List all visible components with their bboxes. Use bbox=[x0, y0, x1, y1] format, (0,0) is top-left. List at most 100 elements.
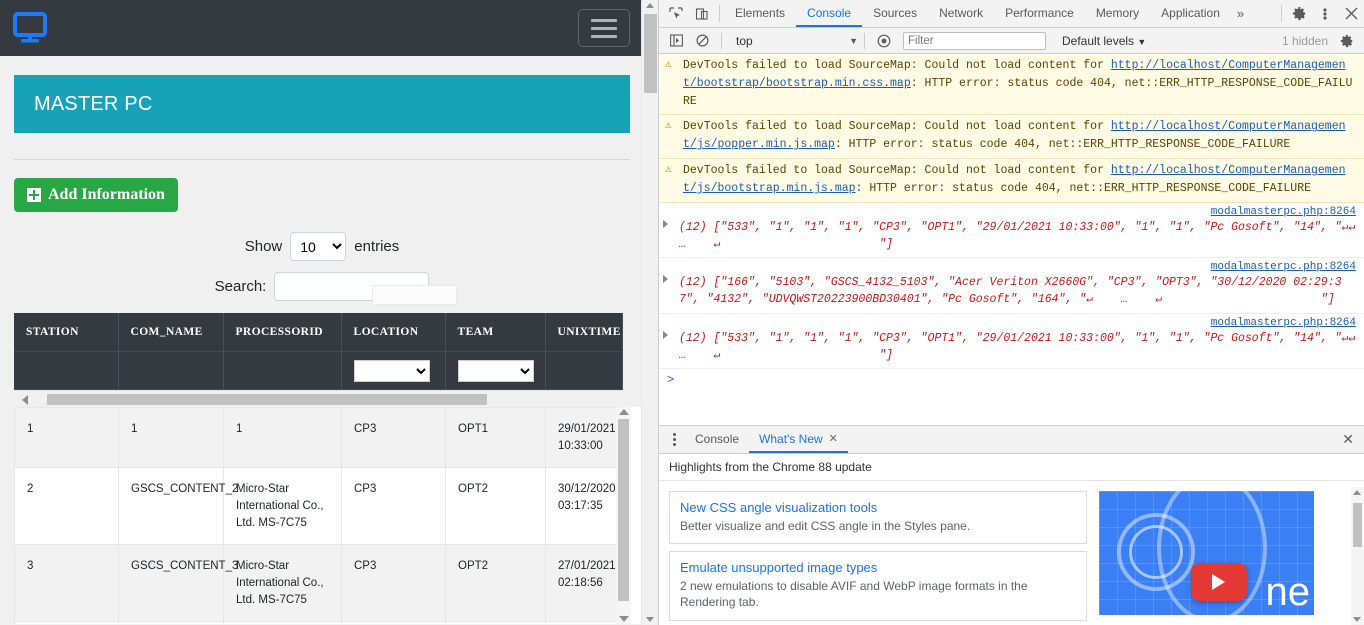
column-header-location[interactable]: LOCATION bbox=[341, 313, 446, 352]
console-log-message[interactable]: modalmasterpc.php:8264 (12) ["166", "510… bbox=[659, 258, 1364, 314]
whats-new-scroll-thumb[interactable] bbox=[1353, 503, 1362, 547]
whats-new-card[interactable]: Emulate unsupported image types 2 new em… bbox=[669, 551, 1087, 621]
drawer-tab-whats-new[interactable]: What's New ✕ bbox=[749, 426, 848, 453]
warning-prefix: DevTools failed to load SourceMap: Could… bbox=[683, 120, 1111, 134]
console-log-message[interactable]: modalmasterpc.php:8264 (12) ["533", "1",… bbox=[659, 203, 1364, 259]
column-header-team[interactable]: TEAM bbox=[445, 313, 546, 352]
table-row[interactable]: 2 GSCS_CONTENT_2 Micro-Star Internationa… bbox=[14, 467, 623, 546]
scroll-down-arrow-icon[interactable] bbox=[1353, 617, 1361, 622]
add-information-button[interactable]: Add Information bbox=[14, 178, 178, 212]
console-warning-message[interactable]: ⚠ DevTools failed to load SourceMap: Cou… bbox=[659, 54, 1364, 116]
search-control: Search: bbox=[14, 272, 630, 301]
column-header-processorid[interactable]: PROCESSORID bbox=[223, 313, 342, 352]
table-row[interactable]: 1 1 1 CP3 OPT1 29/01/2021 10:33:00 bbox=[14, 407, 623, 469]
console-filter-input[interactable] bbox=[903, 31, 1046, 50]
table-header-row: STATION COM_NAME PROCESSORID LOCATION TE… bbox=[14, 313, 623, 352]
drawer-close-icon[interactable]: ✕ bbox=[1332, 426, 1364, 453]
kebab-menu-icon[interactable] bbox=[663, 426, 685, 453]
expand-arrow-icon[interactable] bbox=[663, 330, 668, 339]
chevron-double-right-icon[interactable]: » bbox=[1231, 0, 1250, 27]
scroll-down-arrow-icon[interactable] bbox=[619, 616, 629, 622]
live-expression-icon[interactable] bbox=[871, 34, 897, 48]
table-row[interactable]: 3 GSCS_CONTENT_3 Micro-Star Internationa… bbox=[14, 544, 623, 623]
page-scroll-up-icon[interactable] bbox=[646, 3, 654, 8]
whats-new-card-title[interactable]: Emulate unsupported image types bbox=[680, 560, 1076, 575]
cell-processorid: Micro-Star International Co., Ltd. MS-7C… bbox=[223, 544, 342, 623]
warning-text: DevTools failed to load SourceMap: Could… bbox=[683, 118, 1356, 154]
column-header-unixtime[interactable]: UNIXTIME bbox=[545, 313, 623, 352]
gear-icon[interactable] bbox=[1334, 34, 1360, 48]
console-warning-message[interactable]: ⚠ DevTools failed to load SourceMap: Cou… bbox=[659, 115, 1364, 160]
show-label: Show bbox=[244, 238, 283, 255]
close-icon[interactable]: ✕ bbox=[829, 432, 838, 445]
kebab-menu-icon[interactable] bbox=[1312, 0, 1338, 27]
console-log-message[interactable]: modalmasterpc.php:8264 (12) ["533", "1",… bbox=[659, 314, 1364, 370]
log-source-link[interactable]: modalmasterpc.php:8264 bbox=[1211, 315, 1356, 332]
filter-cell-com-name bbox=[118, 351, 224, 390]
hamburger-icon[interactable] bbox=[578, 9, 630, 47]
monitor-icon[interactable] bbox=[12, 11, 50, 45]
overlay-artifact bbox=[372, 285, 457, 305]
tab-memory[interactable]: Memory bbox=[1085, 0, 1150, 27]
drawer-tab-console-label: Console bbox=[695, 431, 740, 446]
execution-context-select[interactable]: top ▼ bbox=[728, 34, 858, 48]
column-header-station[interactable]: STATION bbox=[14, 313, 119, 352]
scroll-up-arrow-icon[interactable] bbox=[619, 409, 629, 415]
cell-team: OPT2 bbox=[445, 544, 546, 623]
whats-new-scrollbar[interactable] bbox=[1351, 487, 1364, 625]
caret-down-icon: ▼ bbox=[1137, 36, 1147, 47]
expand-arrow-icon[interactable] bbox=[663, 275, 668, 284]
tab-console[interactable]: Console bbox=[796, 0, 863, 27]
scroll-up-arrow-icon[interactable] bbox=[1353, 490, 1361, 495]
clear-console-icon[interactable] bbox=[689, 34, 715, 47]
drawer-tab-console[interactable]: Console bbox=[685, 426, 749, 453]
page-scrollbar[interactable] bbox=[641, 0, 658, 625]
page-scroll-thumb[interactable] bbox=[644, 14, 657, 93]
whats-new-card-title[interactable]: New CSS angle visualization tools bbox=[680, 500, 1076, 515]
location-filter-select[interactable] bbox=[353, 359, 430, 382]
show-console-sidebar-icon[interactable] bbox=[663, 34, 689, 47]
tab-performance[interactable]: Performance bbox=[994, 0, 1085, 27]
column-header-com-name[interactable]: COM_NAME bbox=[118, 313, 224, 352]
cell-unixtime: 29/01/2021 10:33:00 bbox=[545, 407, 623, 469]
horizontal-scroll-thumb[interactable] bbox=[47, 394, 487, 405]
cell-station: 3 bbox=[14, 544, 119, 623]
page-length-select[interactable]: 10 bbox=[290, 232, 347, 261]
youtube-play-icon[interactable] bbox=[1191, 563, 1247, 601]
tab-network[interactable]: Network bbox=[928, 0, 994, 27]
cell-processorid: Micro-Star International Co., Ltd. MS-7C… bbox=[223, 467, 342, 546]
tab-application[interactable]: Application bbox=[1150, 0, 1231, 27]
tab-sources[interactable]: Sources bbox=[862, 0, 928, 27]
console-warning-message[interactable]: ⚠ DevTools failed to load SourceMap: Cou… bbox=[659, 159, 1364, 203]
tab-elements[interactable]: Elements bbox=[724, 0, 796, 27]
decorative-circle-inner bbox=[1129, 525, 1183, 579]
inspect-element-icon[interactable] bbox=[663, 0, 689, 27]
whats-new-card[interactable]: New CSS angle visualization tools Better… bbox=[669, 491, 1087, 545]
table-horizontal-scrollbar[interactable] bbox=[14, 390, 622, 407]
gear-icon[interactable] bbox=[1286, 0, 1312, 27]
cell-station: 1001 bbox=[14, 621, 119, 624]
datatable-body: 1 1 1 CP3 OPT1 29/01/2021 10:33:00 2 GSC… bbox=[14, 407, 623, 624]
console-prompt[interactable]: > bbox=[659, 369, 1364, 391]
expand-arrow-icon[interactable] bbox=[663, 219, 668, 228]
datatable-controls: Show 10 entries Search: bbox=[14, 232, 630, 301]
log-levels-label: Default levels bbox=[1062, 33, 1135, 48]
cell-com-name: CAFM_NARONGSA bbox=[118, 621, 224, 624]
console-message-list: ⚠ DevTools failed to load SourceMap: Cou… bbox=[659, 54, 1364, 425]
log-levels-dropdown[interactable]: Default levels ▼ bbox=[1062, 34, 1146, 48]
datatable-body-scroll: 1 1 1 CP3 OPT1 29/01/2021 10:33:00 2 GSC… bbox=[14, 407, 642, 624]
page-scroll-down-icon[interactable] bbox=[646, 617, 654, 622]
chrome-devtools-video-thumbnail[interactable]: ne bbox=[1099, 491, 1314, 615]
close-icon[interactable] bbox=[1338, 0, 1364, 27]
device-toolbar-icon[interactable] bbox=[689, 0, 715, 27]
cell-unixtime: 27/01/2021 02:18:56 bbox=[545, 544, 623, 623]
filterbar-separator bbox=[721, 32, 722, 49]
add-information-label: Add Information bbox=[48, 186, 165, 203]
vertical-scroll-thumb[interactable] bbox=[618, 419, 629, 601]
log-source-link[interactable]: modalmasterpc.php:8264 bbox=[1211, 204, 1356, 221]
table-row[interactable]: 1001 CAFM_NARONGSA Dell Inc. OptiPlex 30… bbox=[14, 621, 623, 624]
table-vertical-scrollbar[interactable] bbox=[616, 407, 631, 624]
scroll-left-arrow-icon[interactable] bbox=[22, 395, 28, 405]
log-source-link[interactable]: modalmasterpc.php:8264 bbox=[1211, 259, 1356, 276]
team-filter-select[interactable] bbox=[457, 359, 534, 382]
